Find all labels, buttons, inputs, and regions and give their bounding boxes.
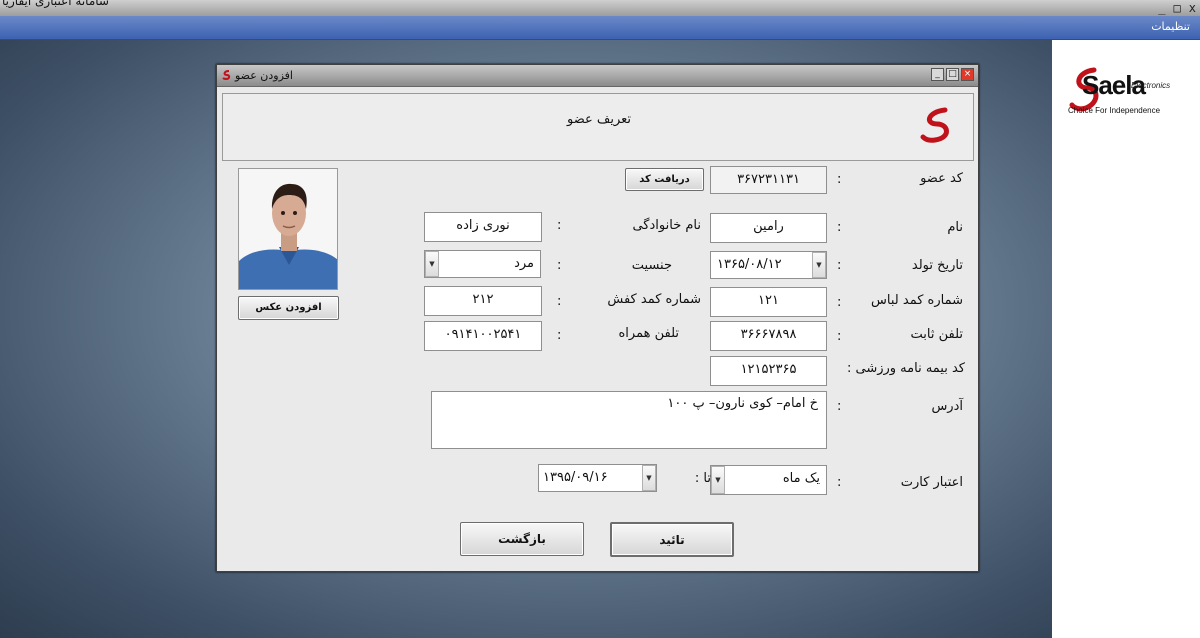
birth-date-picker[interactable]: ۱۳۶۵/۰۸/۱۲ ▼ xyxy=(710,251,827,279)
app-title: سامانه اعتباری ایفاریا xyxy=(2,0,109,8)
card-validity-colon: : xyxy=(837,475,842,490)
until-date-value: ۱۳۹۵/۰۹/۱۶ xyxy=(543,470,608,485)
cloth-size-colon: : xyxy=(837,295,842,310)
chevron-down-icon[interactable]: ▼ xyxy=(812,252,826,278)
header-title: تعریف عضو xyxy=(566,112,632,127)
dialog-titlebar: افزودن عضو _ □ × xyxy=(217,65,978,87)
minimize-icon[interactable]: _ xyxy=(931,68,944,81)
menubar: تنظیمات xyxy=(0,16,1200,40)
back-button[interactable]: بازگشت xyxy=(460,522,584,556)
card-validity-label: اعتبار کارت xyxy=(900,475,963,490)
member-code-colon: : xyxy=(837,172,842,187)
menu-settings[interactable]: تنظیمات xyxy=(1151,20,1190,33)
last-name-label: نام خانوادگی xyxy=(632,218,701,233)
address-colon: : xyxy=(837,399,842,414)
insurance-label: کد بیمه نامه ورزشی : xyxy=(846,361,965,376)
insurance-field[interactable]: ۱۲۱۵۲۳۶۵ xyxy=(710,356,827,386)
mobile-colon: : xyxy=(557,328,562,343)
shoe-size-field[interactable]: ۲۱۲ xyxy=(424,286,542,316)
minimize-icon[interactable]: _ xyxy=(1158,2,1165,14)
add-photo-button[interactable]: افزودن عکس xyxy=(238,296,339,320)
mobile-label: تلفن همراه xyxy=(618,326,680,341)
dialog-header: تعریف عضو xyxy=(222,93,974,161)
maximize-icon[interactable]: □ xyxy=(1174,2,1181,14)
shoe-size-colon: : xyxy=(557,294,562,309)
card-validity-select[interactable]: یک ماه ▼ xyxy=(710,465,827,495)
first-name-label: نام xyxy=(947,220,963,235)
gender-select[interactable]: مرد ▼ xyxy=(424,250,541,278)
phone-colon: : xyxy=(837,329,842,344)
birth-date-colon: : xyxy=(837,258,842,273)
brand-tagline: Choice For Independence xyxy=(1068,106,1161,115)
last-name-colon: : xyxy=(557,218,562,233)
close-icon[interactable]: × xyxy=(961,68,974,81)
member-photo-image xyxy=(239,169,337,289)
member-code-field[interactable]: ۳۶۷۲۳۱۱۳۱ xyxy=(710,166,827,194)
card-validity-value: یک ماه xyxy=(782,471,820,486)
shoe-size-label: شماره کمد کفش xyxy=(607,292,701,307)
app-window-controls: _ □ x xyxy=(1158,0,1196,16)
gender-colon: : xyxy=(557,258,562,273)
phone-field[interactable]: ۳۶۶۶۷۸۹۸ xyxy=(710,321,827,351)
chevron-down-icon[interactable]: ▼ xyxy=(711,466,725,494)
cloth-size-label: شماره کمد لباس xyxy=(871,293,963,308)
address-label: آدرس xyxy=(931,399,963,414)
gender-value: مرد xyxy=(514,256,534,271)
dialog-window-controls: _ □ × xyxy=(931,68,974,81)
chevron-down-icon[interactable]: ▼ xyxy=(642,465,656,491)
member-photo xyxy=(238,168,338,290)
birth-date-label: تاریخ تولد xyxy=(911,258,963,273)
dialog-title: افزودن عضو xyxy=(235,69,293,82)
first-name-colon: : xyxy=(837,220,842,235)
first-name-field[interactable]: رامین xyxy=(710,213,827,243)
member-code-label: کد عضو xyxy=(920,171,963,186)
close-icon[interactable]: x xyxy=(1189,2,1196,14)
address-textarea[interactable]: خ امام– کوی نارون– پ ۱۰۰ xyxy=(431,391,827,449)
until-label: تا : xyxy=(694,471,711,486)
phone-label: تلفن ثابت xyxy=(910,327,964,342)
last-name-field[interactable]: نوری زاده xyxy=(424,212,542,242)
get-code-button[interactable]: دریافت کد xyxy=(625,168,704,191)
maximize-icon[interactable]: □ xyxy=(946,68,959,81)
chevron-down-icon[interactable]: ▼ xyxy=(425,251,439,277)
add-member-dialog: افزودن عضو _ □ × تعریف عضو افزودن عکس کد… xyxy=(216,64,979,572)
gender-label: جنسیت xyxy=(631,258,672,273)
mobile-field[interactable]: ۰۹۱۴۱۰۰۲۵۴۱ xyxy=(424,321,542,351)
app-logo-icon xyxy=(222,70,231,81)
brand-logo-icon xyxy=(920,107,949,143)
until-date-picker[interactable]: ۱۳۹۵/۰۹/۱۶ ▼ xyxy=(538,464,657,492)
brand-sub: Electronics xyxy=(1131,81,1171,90)
brand-panel: Saela Electronics Choice For Independenc… xyxy=(1052,40,1200,638)
birth-date-value: ۱۳۶۵/۰۸/۱۲ xyxy=(717,257,782,272)
app-titlebar: سامانه اعتباری ایفاریا _ □ x xyxy=(0,0,1200,16)
confirm-button[interactable]: تائید xyxy=(610,522,734,557)
cloth-size-field[interactable]: ۱۲۱ xyxy=(710,287,827,317)
